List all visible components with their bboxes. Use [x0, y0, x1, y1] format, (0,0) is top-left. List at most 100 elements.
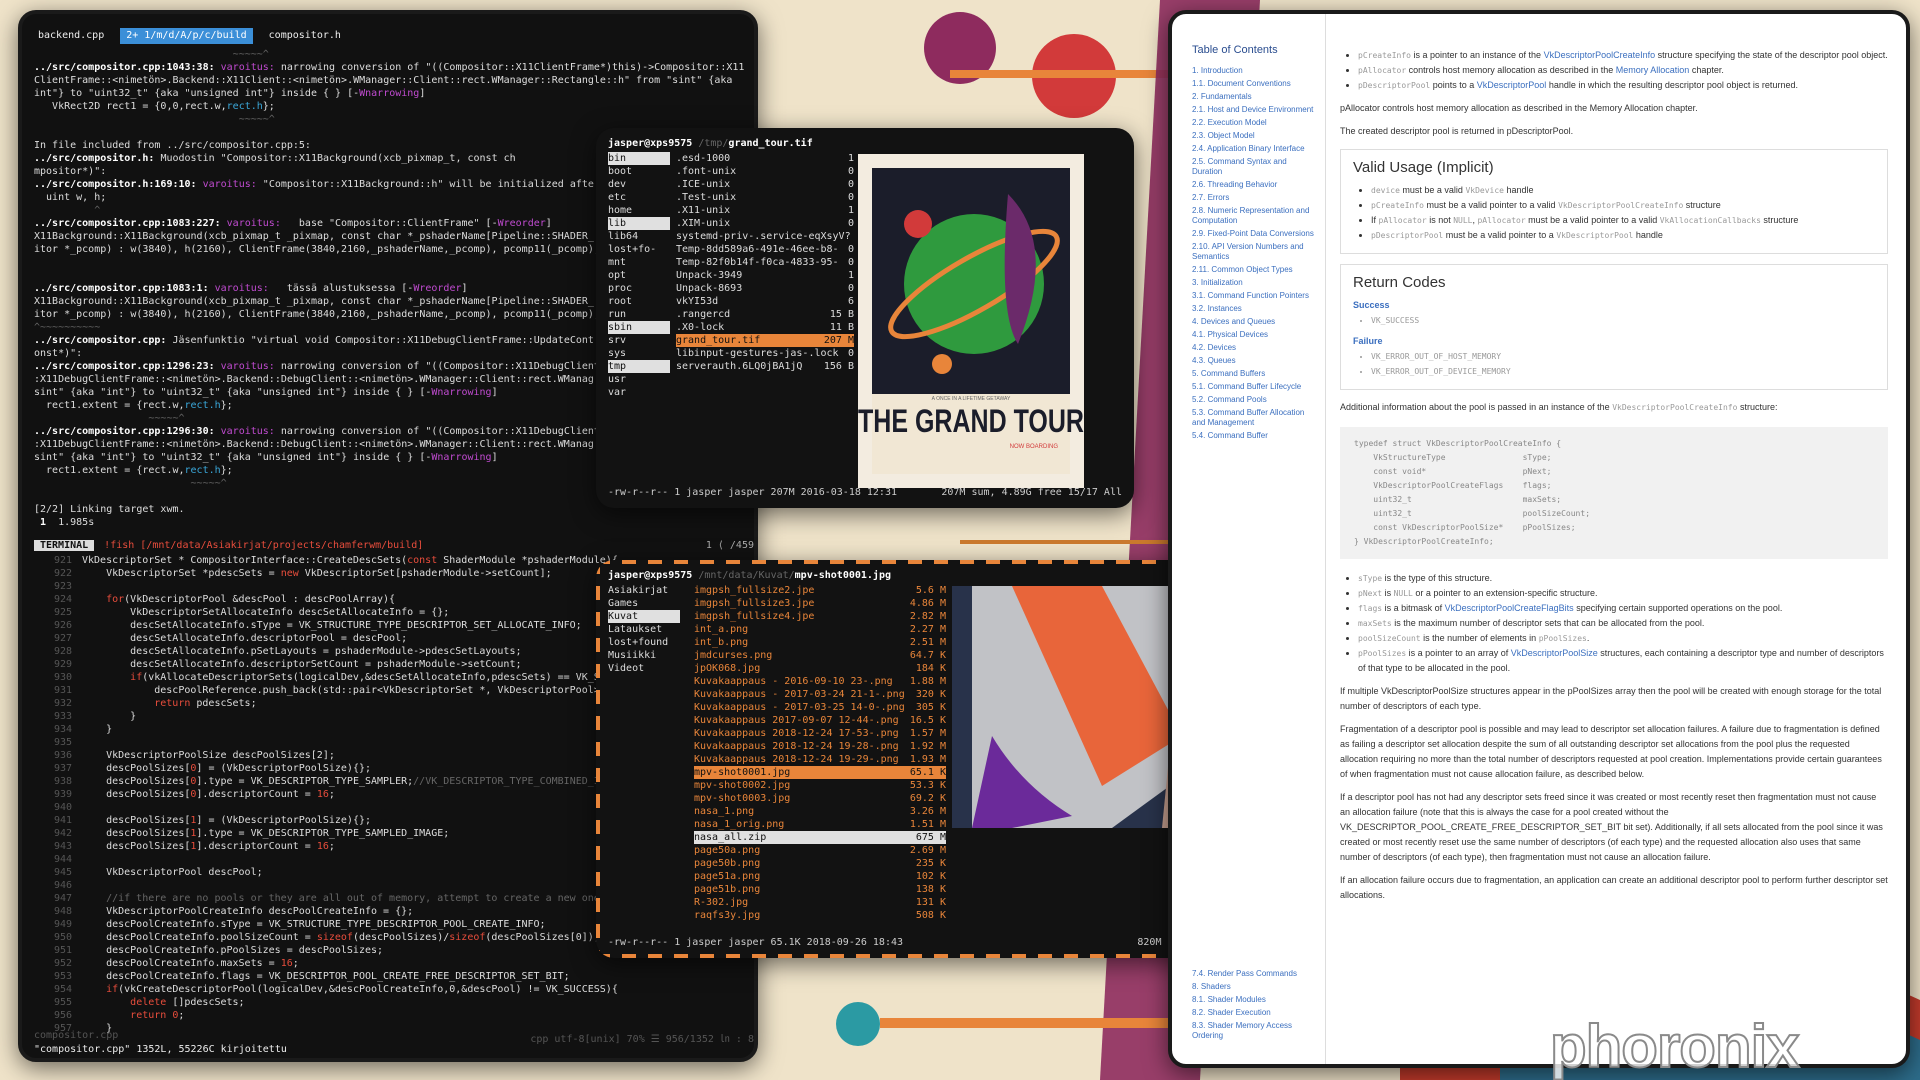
dir-item[interactable]: sys [608, 347, 670, 360]
dir-item[interactable]: lost+found [608, 636, 680, 649]
dir-item[interactable]: var [608, 386, 670, 399]
toc-item[interactable]: 1. Introduction [1192, 66, 1317, 76]
file-item[interactable]: nasa_all.zip 675 M [694, 831, 946, 844]
file-item[interactable]: page51b.png 138 K [694, 883, 946, 896]
file-item[interactable]: Kuvakaappaus - 2017-03-24 21-1-.png 320 K [694, 688, 946, 701]
toc-list-bottom[interactable]: 7.4. Render Pass Commands 8. Shaders 8.1. … [1192, 969, 1322, 1044]
dir-item[interactable]: proc [608, 282, 670, 295]
toc-item[interactable]: 8. Shaders [1192, 982, 1322, 992]
parent-dir-list[interactable]: bin boot dev etc home lib lib64 lost+fo-mnt opt p… [608, 152, 670, 399]
file-item[interactable]: Temp-8dd589a6-491e-46ee-b8- 0 [676, 243, 854, 256]
toc-item[interactable]: 2.4. Application Binary Interface [1192, 144, 1317, 154]
tab-backend-cpp[interactable]: backend.cpp [32, 28, 110, 44]
dir-item[interactable]: sbin [608, 321, 670, 334]
toc-item[interactable]: 2.10. API Version Numbers and Semantics [1192, 242, 1317, 262]
toc-item[interactable]: 2.5. Command Syntax and Duration [1192, 157, 1317, 177]
dir-item[interactable]: lib [608, 217, 670, 230]
file-item[interactable]: jpOK068.jpg 184 K [694, 662, 946, 675]
toc-item[interactable]: 4.3. Queues [1192, 356, 1317, 366]
file-item[interactable]: libinput-gestures-jas-.lock 0 [676, 347, 854, 360]
file-item[interactable]: nasa_1.png 3.26 M [694, 805, 946, 818]
toc-item[interactable]: 2.2. Execution Model [1192, 118, 1317, 128]
toc-item[interactable]: 1.1. Document Conventions [1192, 79, 1317, 89]
file-item[interactable]: .X11-unix 1 [676, 204, 854, 217]
code-line[interactable]: 956 return 0; [34, 1009, 754, 1022]
file-item[interactable]: serverauth.6LQ0jBA1jQ 156 B [676, 360, 854, 373]
file-item[interactable]: page50b.png 235 K [694, 857, 946, 870]
toc-item[interactable]: 2.1. Host and Device Environment [1192, 105, 1317, 115]
file-item[interactable]: Kuvakaappaus 2018-12-24 19-29-.png 1.93 M [694, 753, 946, 766]
toc-list[interactable]: 1. Introduction 1.1. Document Conventions… [1192, 66, 1317, 441]
tab-build-terminal[interactable]: 2+ 1/m/d/A/p/c/build [120, 28, 253, 44]
toc-item[interactable]: 4. Devices and Queues [1192, 317, 1317, 327]
toc-item[interactable]: 5.4. Command Buffer [1192, 431, 1317, 441]
file-item[interactable]: Kuvakaappaus - 2017-03-25 14-0-.png 305 K [694, 701, 946, 714]
code-line[interactable]: 953 descPoolCreateInfo.flags = VK_DESCRI… [34, 970, 754, 983]
dir-item[interactable]: srv [608, 334, 670, 347]
dir-item[interactable]: Kuvat [608, 610, 680, 623]
toc-item[interactable]: 2.11. Common Object Types [1192, 265, 1317, 275]
file-item[interactable]: .X0-lock 11 B [676, 321, 854, 334]
toc-item[interactable]: 2.7. Errors [1192, 193, 1317, 203]
vim-command-line[interactable]: "compositor.cpp" 1352L, 55226C kirjoitet… [34, 1044, 287, 1055]
table-of-contents[interactable]: Table of Contents 1. Introduction 1.1. Do… [1172, 14, 1326, 1064]
file-item[interactable]: Unpack-8693 0 [676, 282, 854, 295]
toc-item[interactable]: 8.2. Shader Execution [1192, 1008, 1322, 1018]
file-item[interactable]: imgpsh_fullsize3.jpe 4.86 M [694, 597, 946, 610]
toc-item[interactable]: 5. Command Buffers [1192, 369, 1317, 379]
toc-item[interactable]: 5.3. Command Buffer Allocation and Manag… [1192, 408, 1317, 428]
file-item[interactable]: Kuvakaappaus 2017-09-07 12-44-.png 16.5 K [694, 714, 946, 727]
code-line[interactable]: 954 if(vkCreateDescriptorPool(logicalDev… [34, 983, 754, 996]
toc-item[interactable]: 3.1. Command Function Pointers [1192, 291, 1317, 301]
file-item[interactable]: page51a.png 102 K [694, 870, 946, 883]
dir-item[interactable]: mnt [608, 256, 670, 269]
file-item[interactable]: nasa_1_orig.png 1.51 M [694, 818, 946, 831]
tab-compositor-h[interactable]: compositor.h [263, 28, 347, 44]
file-item[interactable]: .font-unix 0 [676, 165, 854, 178]
toc-item[interactable]: 5.1. Command Buffer Lifecycle [1192, 382, 1317, 392]
file-item[interactable]: .XIM-unix 0 [676, 217, 854, 230]
file-item[interactable]: Unpack-3949 1 [676, 269, 854, 282]
dir-item[interactable]: boot [608, 165, 670, 178]
file-item[interactable]: vkYI53d 6 [676, 295, 854, 308]
toc-item[interactable]: 2.3. Object Model [1192, 131, 1317, 141]
parent-dir-list[interactable]: Asiakirjat Games Kuvat Lataukset lost+found M… [608, 584, 680, 675]
toc-item[interactable]: 8.1. Shader Modules [1192, 995, 1322, 1005]
toc-item[interactable]: 2.8. Numeric Representation and Computat… [1192, 206, 1317, 226]
dir-item[interactable]: lost+fo- [608, 243, 670, 256]
dir-item[interactable]: Lataukset [608, 623, 680, 636]
file-item[interactable]: Kuvakaappaus 2018-12-24 17-53-.png 1.57 M [694, 727, 946, 740]
file-item[interactable]: .rangercd 15 B [676, 308, 854, 321]
code-line[interactable]: 955 delete []pdescSets; [34, 996, 754, 1009]
file-item[interactable]: imgpsh_fullsize4.jpe 2.82 M [694, 610, 946, 623]
dir-item[interactable]: Musiikki [608, 649, 680, 662]
file-item[interactable]: .Test-unix 0 [676, 191, 854, 204]
toc-item[interactable]: 2. Fundamentals [1192, 92, 1317, 102]
file-item[interactable]: imgpsh_fullsize2.jpe 5.6 M [694, 584, 946, 597]
code-line[interactable]: 952 descPoolCreateInfo.maxSets = 16; [34, 957, 754, 970]
toc-item[interactable]: 5.2. Command Pools [1192, 395, 1317, 405]
file-item[interactable]: .ICE-unix 0 [676, 178, 854, 191]
dir-item[interactable]: usr [608, 373, 670, 386]
file-item[interactable]: grand_tour.tif 207 M [676, 334, 854, 347]
toc-item[interactable]: 4.2. Devices [1192, 343, 1317, 353]
file-item[interactable]: int_b.png 2.51 M [694, 636, 946, 649]
file-item[interactable]: raqfs3y.jpg 508 K [694, 909, 946, 922]
dir-item[interactable]: Asiakirjat [608, 584, 680, 597]
file-item[interactable]: mpv-shot0003.jpg 69.2 K [694, 792, 946, 805]
dir-item[interactable]: home [608, 204, 670, 217]
dir-item[interactable]: root [608, 295, 670, 308]
dir-item[interactable]: etc [608, 191, 670, 204]
dir-item[interactable]: Games [608, 597, 680, 610]
file-list[interactable]: .esd-1000 1 .font-unix 0 .ICE-unix 0 .Test-uni… [676, 152, 854, 373]
dir-item[interactable]: lib64 [608, 230, 670, 243]
toc-item[interactable]: 2.6. Threading Behavior [1192, 180, 1317, 190]
file-item[interactable]: page50a.png 2.69 M [694, 844, 946, 857]
toc-item[interactable]: 2.9. Fixed-Point Data Conversions [1192, 229, 1317, 239]
file-item[interactable]: .esd-1000 1 [676, 152, 854, 165]
file-item[interactable]: Temp-82f0b14f-f0ca-4833-95- 0 [676, 256, 854, 269]
file-item[interactable]: R-302.jpg 131 K [694, 896, 946, 909]
dir-item[interactable]: Videot [608, 662, 680, 675]
file-item[interactable]: Kuvakaappaus - 2016-09-10 23-.png 1.88 M [694, 675, 946, 688]
file-item[interactable]: jmdcurses.png 64.7 K [694, 649, 946, 662]
